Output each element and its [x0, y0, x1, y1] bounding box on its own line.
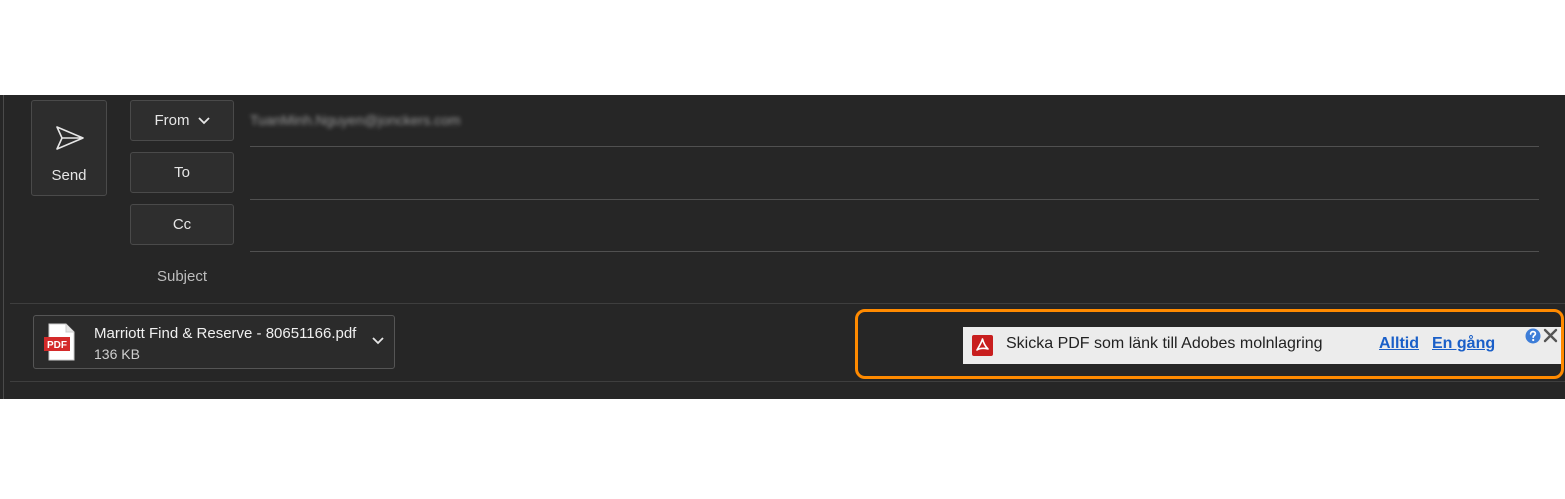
attachment-filename: Marriott Find & Reserve - 80651166.pdf	[94, 325, 357, 342]
subject-label: Subject	[156, 268, 208, 285]
question-icon[interactable]	[1525, 328, 1541, 344]
adobe-acrobat-icon	[972, 335, 993, 356]
chevron-down-icon	[197, 116, 210, 124]
send-icon	[56, 126, 84, 150]
pdf-file-icon: PDF	[44, 323, 75, 361]
send-label: Send	[51, 167, 87, 184]
cc-label: Cc	[172, 216, 192, 233]
adobe-message: Skicka PDF som länk till Adobes molnlagr…	[1006, 335, 1323, 352]
from-field-underline	[250, 146, 1539, 147]
to-button[interactable]: To	[130, 152, 234, 193]
send-button[interactable]: Send	[31, 100, 107, 196]
cc-button[interactable]: Cc	[130, 204, 234, 245]
attachment-size: 136 KB	[94, 346, 140, 362]
from-button[interactable]: From	[130, 100, 234, 141]
to-field[interactable]	[250, 199, 1539, 200]
from-address: TuanMinh.Nguyen@jonckers.com	[250, 112, 461, 128]
once-link[interactable]: En gång	[1432, 335, 1495, 353]
to-label: To	[174, 164, 190, 181]
always-link[interactable]: Alltid	[1379, 335, 1419, 353]
attachment-divider	[10, 381, 1565, 382]
compose-header: Send From TuanMinh.Nguyen@jonckers.com T…	[0, 95, 1565, 399]
chevron-down-icon[interactable]	[372, 337, 384, 345]
from-label: From	[154, 112, 190, 129]
close-icon[interactable]	[1543, 328, 1558, 343]
window-edge	[3, 95, 4, 399]
header-divider	[10, 303, 1565, 304]
cc-field[interactable]	[250, 251, 1539, 252]
attachment-card[interactable]: PDF Marriott Find & Reserve - 80651166.p…	[33, 315, 395, 369]
pdf-icon-text: PDF	[47, 340, 67, 351]
adobe-notification-bar: Skicka PDF som länk till Adobes molnlagr…	[963, 327, 1561, 364]
